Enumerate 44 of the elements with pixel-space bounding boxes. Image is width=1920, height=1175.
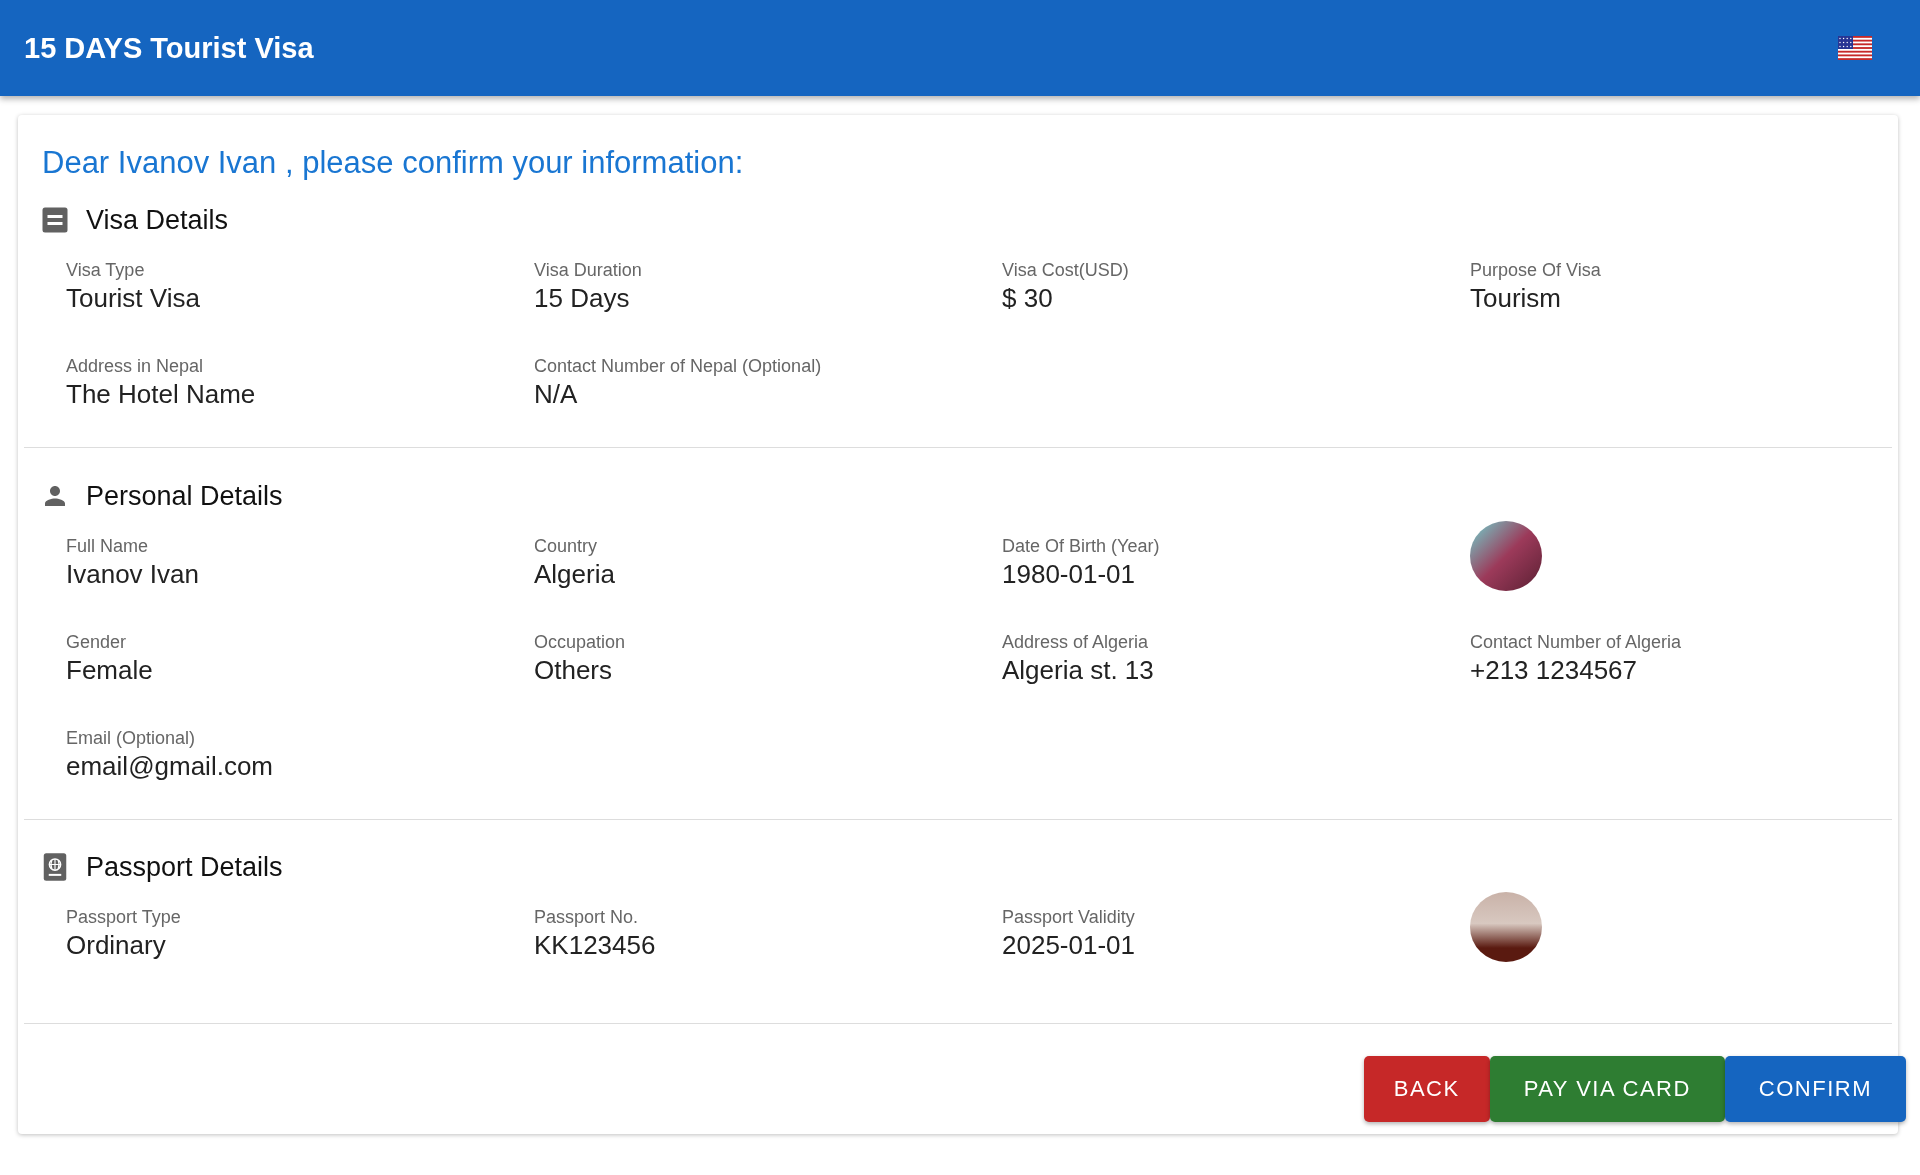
field-label: Purpose Of Visa	[1470, 259, 1602, 281]
field-value: email@gmail.com	[66, 750, 274, 783]
field-label: Date Of Birth (Year)	[1002, 535, 1161, 557]
field-label: Address of Algeria	[1002, 631, 1150, 653]
field-value: The Hotel Name	[66, 378, 257, 411]
section-heading: Visa Details	[86, 204, 229, 236]
field-value: KK123456	[534, 929, 657, 962]
field-label: Contact Number of Nepal (Optional)	[534, 355, 823, 377]
field-value: Ordinary	[66, 929, 167, 962]
greeting-heading: Dear Ivanov Ivan , please confirm your information:	[41, 144, 745, 182]
field-label: Passport Validity	[1002, 906, 1136, 928]
field-value: 1980-01-01	[1002, 558, 1136, 591]
field-label: Address in Nepal	[66, 355, 205, 377]
action-button[interactable]: CONFIRM	[1724, 1056, 1906, 1122]
field-label: Contact Number of Algeria	[1470, 631, 1683, 653]
field-value: Algeria st. 13	[1002, 654, 1155, 687]
field-label: Gender	[66, 631, 128, 653]
field-label: Email (Optional)	[66, 727, 197, 749]
field-value: Algeria	[534, 558, 616, 591]
page-title: 15 DAYS Tourist Visa	[24, 31, 314, 65]
list-icon	[40, 205, 70, 235]
field-value: N/A	[534, 378, 579, 411]
field-value: Tourism	[1470, 282, 1562, 315]
field-value: Others	[534, 654, 614, 687]
field-value: +213 1234567	[1470, 654, 1638, 687]
field-value: $ 30	[1002, 282, 1054, 315]
action-button[interactable]: BACK	[1363, 1056, 1490, 1122]
section-heading: Personal Details	[86, 480, 283, 512]
field-label: Country	[534, 535, 599, 557]
section-heading: Passport Details	[86, 851, 283, 883]
field-label: Passport Type	[66, 906, 182, 928]
field-label: Visa Duration	[534, 259, 643, 281]
field-label: Full Name	[66, 535, 150, 557]
field-value: Female	[66, 654, 154, 687]
field-value: 2025-01-01	[1002, 929, 1136, 962]
field-label: Occupation	[534, 631, 627, 653]
field-label: Visa Type	[66, 259, 146, 281]
action-button[interactable]: PAY VIA CARD	[1489, 1056, 1725, 1122]
flag-icon[interactable]	[1838, 36, 1872, 60]
field-value: 15 Days	[534, 282, 631, 315]
field-label: Passport No.	[534, 906, 640, 928]
field-label: Visa Cost(USD)	[1002, 259, 1130, 281]
field-value: Tourist Visa	[66, 282, 201, 315]
field-value: Ivanov Ivan	[66, 558, 200, 591]
